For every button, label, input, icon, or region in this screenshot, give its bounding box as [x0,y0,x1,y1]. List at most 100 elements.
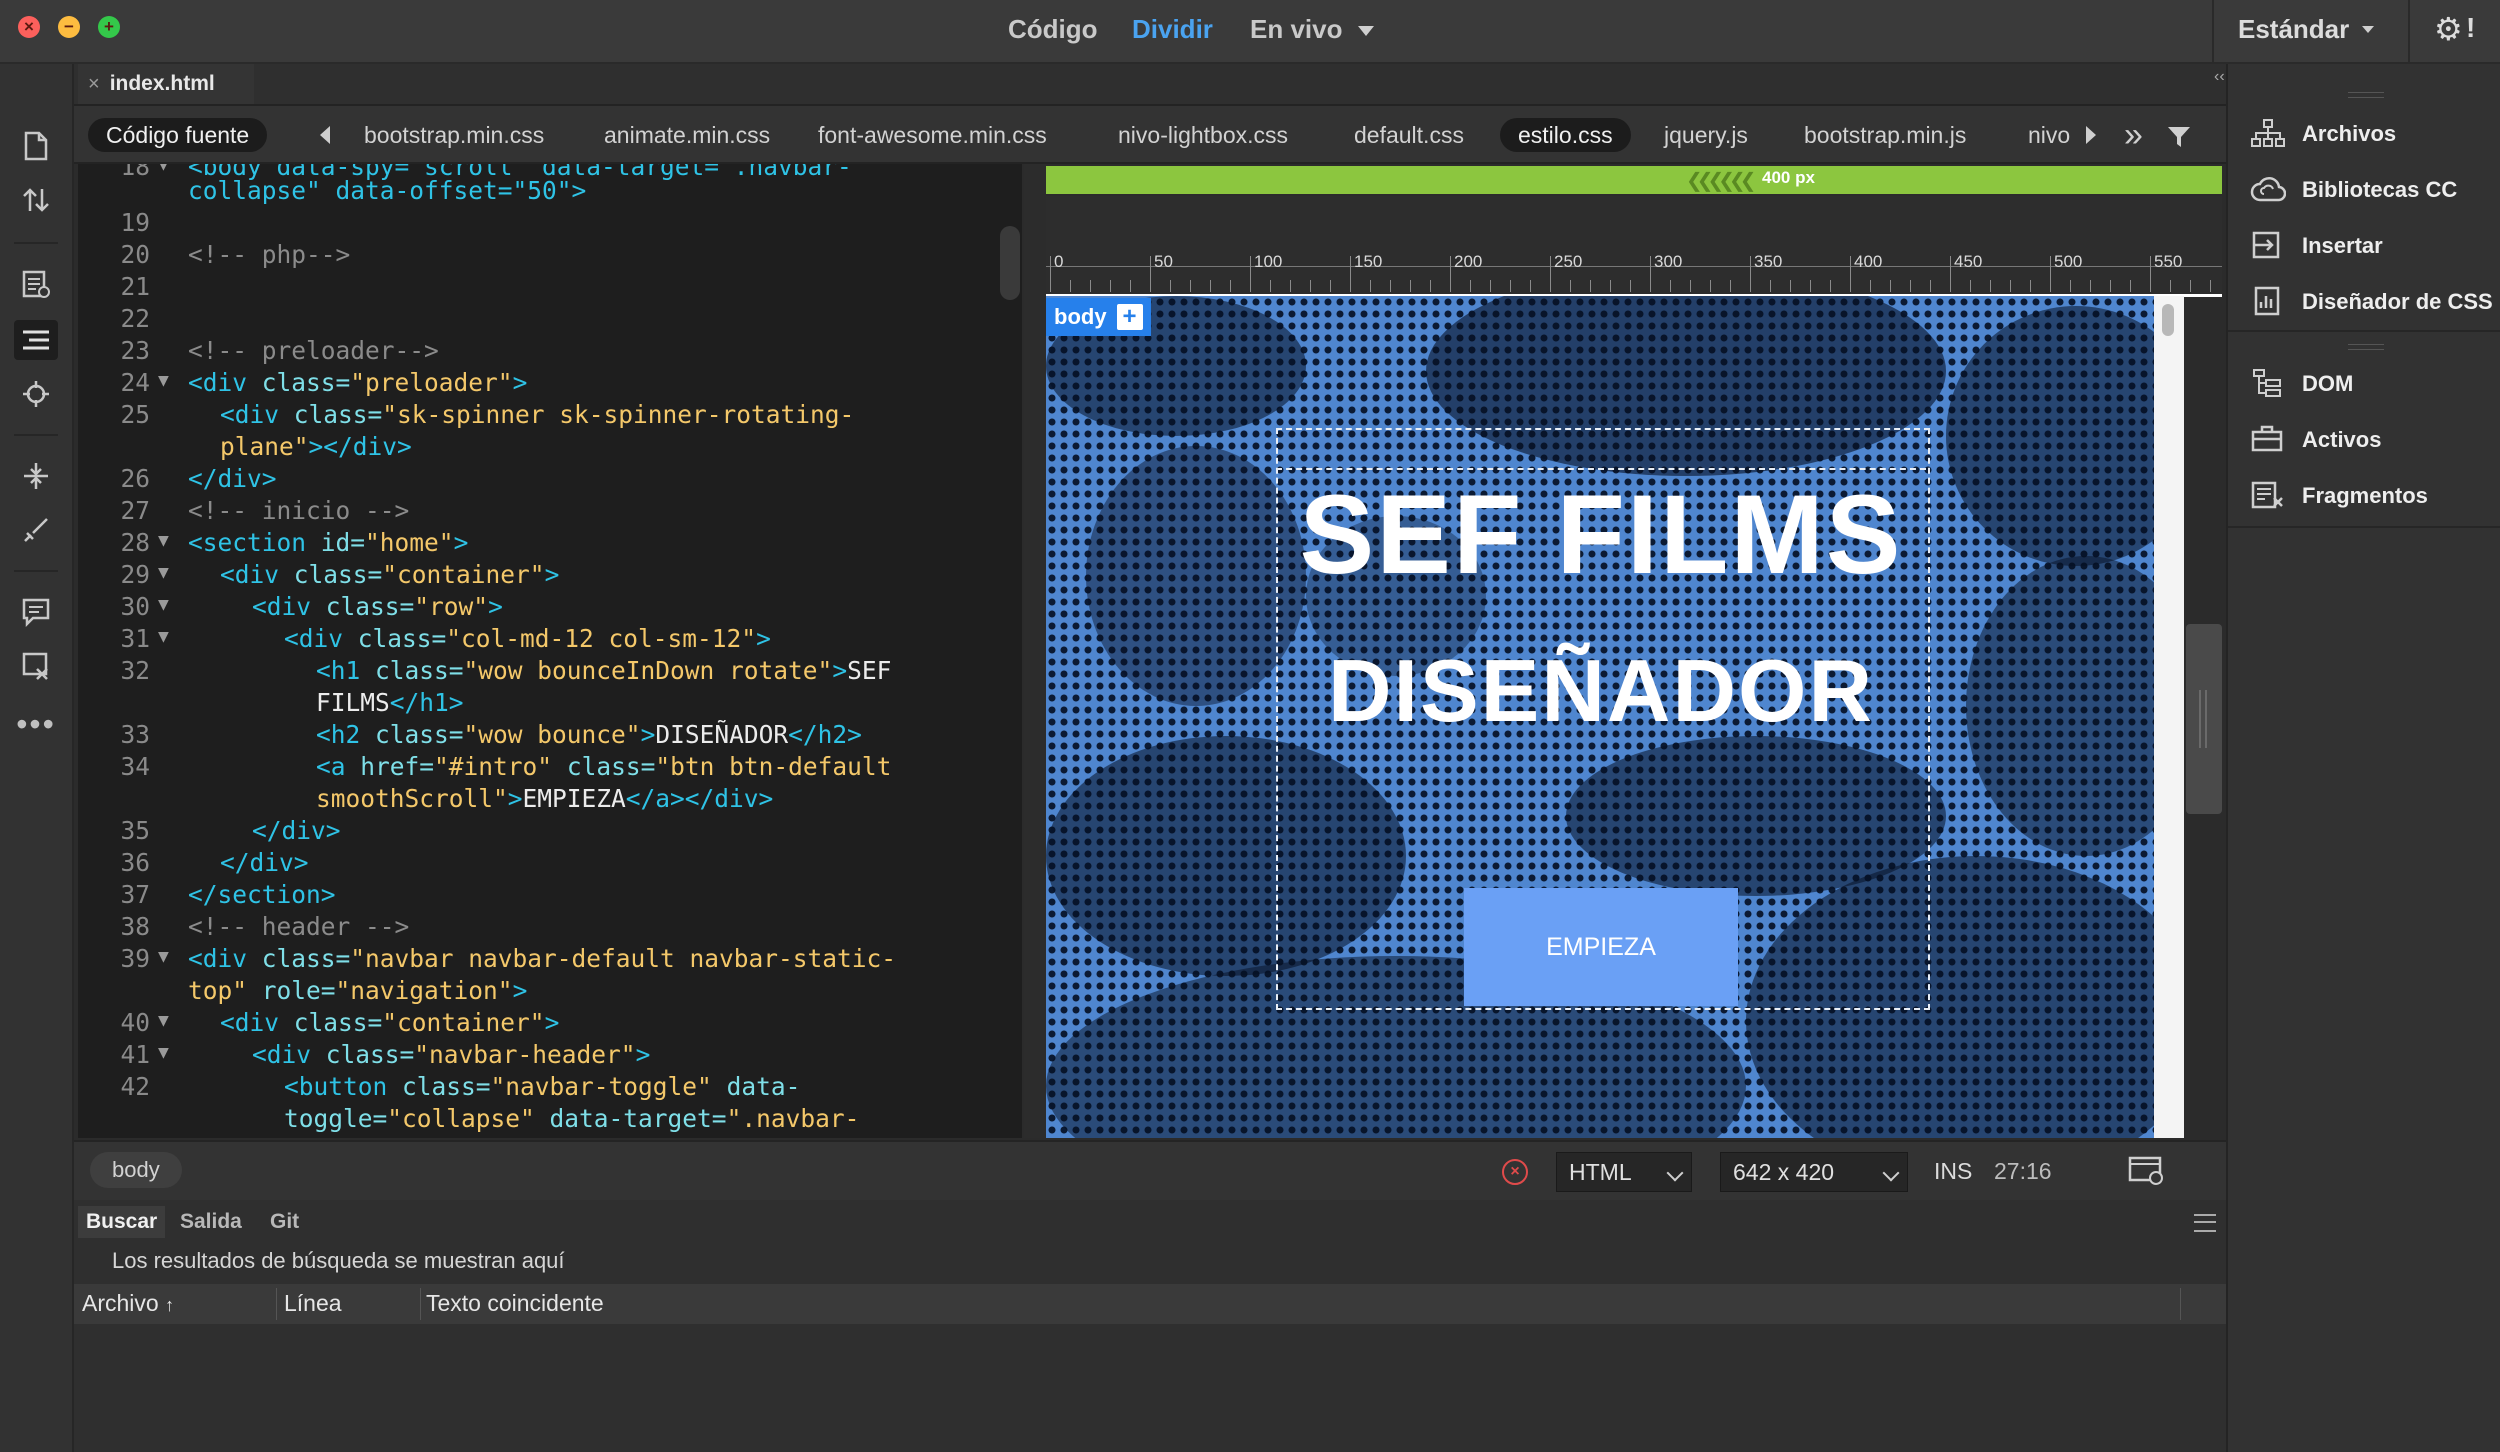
live-view-dropdown-icon[interactable] [1358,26,1374,36]
ruler-tick [2110,280,2111,292]
empieza-button[interactable]: EMPIEZA [1464,888,1738,1006]
split-view-button[interactable]: Dividir [1132,14,1213,45]
hero-title[interactable]: SEF FILMS [1276,470,1926,599]
target-icon[interactable] [14,374,58,414]
panel-insertar[interactable]: Insertar [2248,226,2383,266]
window-close-button[interactable]: × [18,16,40,38]
fold-arrow-icon[interactable]: ▼ [158,1010,169,1031]
panel-dom[interactable]: DOM [2248,364,2353,404]
chevron-down-icon [1666,1164,1684,1182]
live-view-button[interactable]: En vivo [1250,14,1342,45]
fold-arrow-icon[interactable]: ▼ [158,370,169,391]
panel-menu-icon[interactable] [2194,1214,2216,1232]
panel-fragmentos[interactable]: Fragmentos [2248,476,2428,516]
related-file[interactable]: nivo-lightbox.css [1100,118,1306,152]
split-divider[interactable] [1024,164,1046,1138]
ruler-tick [1870,280,1871,292]
element-badge[interactable]: body + [1046,298,1151,336]
tab-salida[interactable]: Salida [172,1206,250,1238]
related-file[interactable]: jquery.js [1646,118,1766,152]
fold-arrow-icon[interactable]: ▼ [158,562,169,583]
viewport-resize-grip[interactable] [2186,624,2222,814]
ruler-label: 50 [1154,252,1173,271]
code-scrollbar[interactable] [1000,226,1020,300]
window-maximize-button[interactable]: + [98,16,120,38]
brush-icon[interactable] [14,510,58,550]
related-file[interactable]: default.css [1336,118,1482,152]
fold-arrow-icon[interactable]: ▼ [158,946,169,967]
files-icon [2248,118,2288,150]
code-view-button[interactable]: Código [1008,14,1098,45]
source-code-tab[interactable]: Código fuente [88,118,268,152]
code-line: </div> [252,816,341,845]
more-tools-icon[interactable]: ••• [14,704,58,744]
format-source-icon[interactable] [14,320,58,360]
scroll-right-icon[interactable] [2086,126,2096,144]
fold-arrow-icon[interactable]: ▼ [158,594,169,615]
live-preview-icon[interactable] [2128,1154,2166,1191]
panel-separator-2 [2228,526,2500,528]
panel-archivos-label: Archivos [2302,121,2397,146]
workspace-switcher[interactable]: Estándar [2238,14,2349,45]
ruler-tick [1890,280,1891,292]
ruler-tick [2190,280,2191,292]
new-file-icon[interactable] [14,126,58,166]
code-editor[interactable]: 18 ▼ <body data-spy="scroll" data-target… [78,164,1022,1138]
code-line: </div> [188,464,277,493]
live-view-scrollbar[interactable] [2154,296,2184,1138]
gear-icon[interactable]: ⚙ [2434,10,2463,48]
more-files-icon[interactable]: » [2124,116,2143,155]
scroll-left-icon[interactable] [320,126,330,144]
media-query-bar[interactable]: ❮❮❮❮❮❮ 400 px [1046,166,2222,194]
tab-buscar[interactable]: Buscar [78,1206,166,1238]
workspace-dropdown-icon[interactable] [2362,26,2374,33]
filter-icon[interactable] [2166,124,2192,155]
related-file-active[interactable]: estilo.css [1500,118,1631,152]
live-view-scroll-thumb[interactable] [2162,304,2174,336]
uncomment-icon[interactable] [14,646,58,686]
resize-handle-icon[interactable]: ❮❮❮❮❮❮ [1686,168,1757,193]
document-type-select[interactable]: HTML [1556,1152,1692,1192]
file-transfer-icon[interactable] [14,180,58,220]
add-element-icon[interactable]: + [1116,304,1143,330]
panel-collapse-icon[interactable]: ‹‹ [2214,68,2225,86]
column-linea[interactable]: Línea [284,1290,342,1317]
window-size-select[interactable]: 642 x 420 [1720,1152,1908,1192]
related-file[interactable]: nivo [2010,118,2082,152]
fold-arrow-icon[interactable]: ▼ [158,626,169,647]
inspect-icon[interactable] [14,264,58,304]
column-texto[interactable]: Texto coincidente [426,1290,604,1317]
fold-arrow-icon[interactable]: ▼ [158,164,169,175]
tab-git[interactable]: Git [262,1206,307,1238]
hero-subtitle[interactable]: DISEÑADOR [1276,640,1926,742]
ruler-tick [1290,280,1291,292]
document-tab[interactable]: × index.html [78,64,254,104]
expand-collapse-icon[interactable] [14,456,58,496]
panel-separator [2228,330,2500,332]
code-line: <div class="row"> [252,592,503,621]
related-file[interactable]: bootstrap.min.css [346,118,562,152]
panel-css-designer[interactable]: Diseñador de CSS [2248,282,2493,322]
ruler-tick [2070,280,2071,292]
window-minimize-button[interactable]: − [58,16,80,38]
ruler-tick [1690,280,1691,292]
code-line: <!-- inicio --> [188,496,410,525]
error-icon[interactable]: × [1502,1159,1528,1185]
tag-selector[interactable]: body [90,1152,182,1188]
fold-arrow-icon[interactable]: ▼ [158,1042,169,1063]
toolbar-separator-2 [14,434,58,436]
panel-archivos[interactable]: Archivos [2248,114,2396,154]
comment-icon[interactable] [14,592,58,632]
fold-arrow-icon[interactable]: ▼ [158,530,169,551]
panel-bibliotecas[interactable]: Bibliotecas CC [2248,170,2457,210]
related-file[interactable]: animate.min.css [586,118,788,152]
related-file[interactable]: font-awesome.min.css [800,118,1065,152]
code-line: <div class="container"> [220,560,560,589]
close-tab-icon[interactable]: × [88,73,100,96]
column-archivo[interactable]: Archivo ↑ [82,1290,174,1317]
ruler-tick [1850,256,1851,292]
title-divider-2 [2408,0,2410,62]
related-file[interactable]: bootstrap.min.js [1786,118,1984,152]
insert-mode[interactable]: INS [1934,1158,1972,1185]
panel-activos[interactable]: Activos [2248,420,2381,460]
